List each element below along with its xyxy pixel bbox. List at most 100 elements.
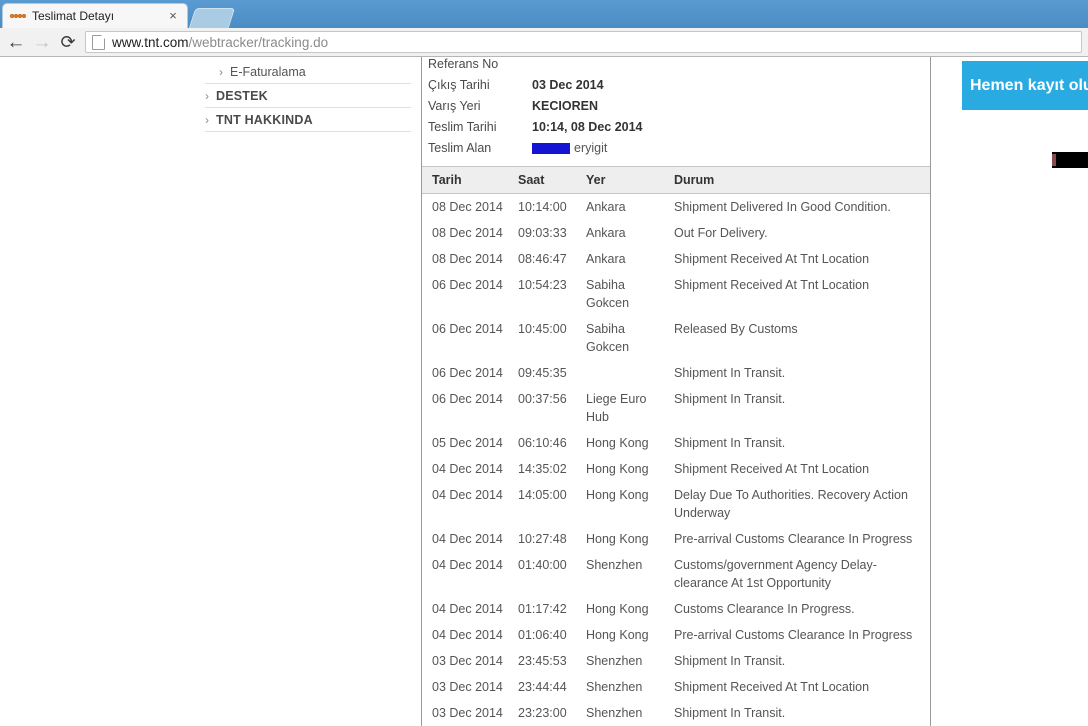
table-row: 04 Dec 2014 10:27:48 Hong Kong Pre-arrival … — [422, 526, 930, 552]
event-location: Hong Kong — [586, 628, 649, 642]
detail-value: 10:14, 08 Dec 2014 — [532, 120, 643, 134]
detail-label: Çıkış Tarihi — [428, 78, 490, 92]
column-header-tarih: Tarih — [422, 166, 518, 194]
sidebar-item-label: TNT HAKKINDA — [216, 112, 313, 127]
url-host: www.tnt.com — [112, 34, 189, 50]
event-date: 06 Dec 2014 — [432, 366, 503, 380]
event-location: Ankara — [586, 226, 626, 240]
back-icon[interactable]: ← — [3, 29, 29, 55]
sidebar-item-destek[interactable]: › DESTEK — [205, 84, 411, 108]
sidebar-item-label: DESTEK — [216, 88, 268, 103]
table-row: 05 Dec 2014 06:10:46 Hong Kong Shipment In … — [422, 430, 930, 456]
event-location: Hong Kong — [586, 488, 649, 502]
detail-row-teslim-alan: Teslim Alan eryigit — [428, 141, 930, 162]
table-header-row: Tarih Saat Yer Durum — [422, 166, 930, 194]
event-location: Ankara — [586, 252, 626, 266]
event-date: 06 Dec 2014 — [432, 322, 503, 336]
table-row: 04 Dec 2014 01:06:40 Hong Kong Pre-arrival … — [422, 622, 930, 648]
sidebar-nav: › E-Faturalama › DESTEK › TNT HAKKINDA — [205, 60, 411, 132]
close-icon[interactable]: × — [164, 7, 182, 25]
table-row: 06 Dec 2014 10:54:23 Sabiha Gokcen Shipment… — [422, 272, 930, 316]
page-viewport: › E-Faturalama › DESTEK › TNT HAKKINDA R… — [0, 57, 1088, 726]
sidebar-item-e-faturalama[interactable]: › E-Faturalama — [205, 60, 411, 84]
signup-promo-banner[interactable]: Hemen kayıt olun — [962, 61, 1088, 110]
event-status: Customs Clearance In Progress. — [674, 602, 855, 616]
event-status: Pre-arrival Customs Clearance In Progres… — [674, 628, 913, 642]
event-status: Shipment In Transit. — [674, 366, 786, 380]
table-row: 06 Dec 2014 00:37:56 Liege Euro Hub Shipmen… — [422, 386, 930, 430]
event-date: 04 Dec 2014 — [432, 628, 503, 642]
url-path: /webtracker/tracking.do — [188, 34, 329, 50]
event-status: Shipment Delivered In Good Condition. — [674, 200, 891, 214]
event-location: Sabiha Gokcen — [586, 322, 630, 354]
forward-icon[interactable]: → — [29, 29, 55, 55]
table-row: 08 Dec 2014 08:46:47 Ankara Shipment Receiv… — [422, 246, 930, 272]
event-status: Shipment Received At Tnt Location — [674, 462, 870, 476]
event-status: Shipment In Transit. — [674, 654, 786, 668]
event-date: 04 Dec 2014 — [432, 602, 503, 616]
event-date: 08 Dec 2014 — [432, 252, 503, 266]
event-time: 01:40:00 — [518, 558, 567, 572]
event-time: 14:05:00 — [518, 488, 567, 502]
table-row: 03 Dec 2014 23:44:44 Shenzhen Shipment Rece… — [422, 674, 930, 700]
detail-label: Teslim Tarihi — [428, 120, 497, 134]
event-time: 01:06:40 — [518, 628, 567, 642]
event-time: 23:44:44 — [518, 680, 567, 694]
detail-row-referans-no: Referans No — [428, 57, 930, 78]
table-row: 04 Dec 2014 01:40:00 Shenzhen Customs/gover… — [422, 552, 930, 596]
reload-icon[interactable]: ⟳ — [55, 29, 81, 55]
event-date: 06 Dec 2014 — [432, 278, 503, 292]
event-location: Shenzhen — [586, 680, 643, 694]
event-location: Ankara — [586, 200, 626, 214]
chevron-right-icon: › — [205, 88, 209, 103]
event-date: 05 Dec 2014 — [432, 436, 503, 450]
table-row: 03 Dec 2014 23:45:53 Shenzhen Shipment In T… — [422, 648, 930, 674]
browser-window: Teslimat Detayı × ← → ⟳ www.tnt.com/webt… — [0, 0, 1088, 726]
sidebar-item-label: E-Faturalama — [230, 64, 306, 79]
table-row: 04 Dec 2014 01:17:42 Hong Kong Customs Clea… — [422, 596, 930, 622]
column-header-saat: Saat — [518, 166, 586, 194]
event-location: Hong Kong — [586, 532, 649, 546]
redaction-bar — [532, 143, 570, 155]
event-status: Pre-arrival Customs Clearance In Progres… — [674, 532, 913, 546]
event-time: 08:46:47 — [518, 252, 567, 266]
detail-value: 03 Dec 2014 — [532, 78, 604, 92]
detail-row-teslim-tarihi: Teslim Tarihi 10:14, 08 Dec 2014 — [428, 120, 930, 141]
browser-tab-teslimat-detayi[interactable]: Teslimat Detayı × — [2, 3, 188, 28]
event-status: Shipment Received At Tnt Location — [674, 252, 870, 266]
event-status: Shipment Received At Tnt Location — [674, 680, 870, 694]
event-time: 14:35:02 — [518, 462, 567, 476]
event-location — [586, 360, 674, 386]
event-status: Delay Due To Authorities. Recovery Actio… — [674, 488, 908, 520]
sidebar-item-tnt-hakkinda[interactable]: › TNT HAKKINDA — [205, 108, 411, 132]
browser-toolbar: ← → ⟳ www.tnt.com/webtracker/tracking.do — [0, 28, 1088, 57]
event-location: Hong Kong — [586, 462, 649, 476]
event-date: 03 Dec 2014 — [432, 680, 503, 694]
event-status: Out For Delivery. — [674, 226, 768, 240]
event-time: 09:45:35 — [518, 366, 567, 380]
tab-strip: Teslimat Detayı × — [0, 0, 1088, 28]
event-date: 04 Dec 2014 — [432, 532, 503, 546]
page-document-icon — [92, 34, 105, 50]
event-status: Shipment Received At Tnt Location — [674, 278, 870, 292]
event-time: 10:54:23 — [518, 278, 567, 292]
detail-label: Referans No — [428, 57, 499, 71]
event-date: 03 Dec 2014 — [432, 654, 503, 668]
event-date: 03 Dec 2014 — [432, 706, 503, 720]
event-time: 10:27:48 — [518, 532, 567, 546]
table-body: 08 Dec 2014 10:14:00 Ankara Shipment Delive… — [422, 194, 930, 726]
event-time: 01:17:42 — [518, 602, 567, 616]
tracking-detail-panel: Referans No Çıkış Tarihi 03 Dec 2014 Var… — [421, 57, 931, 726]
new-tab-button[interactable] — [188, 8, 236, 28]
tnt-dots-icon — [10, 8, 26, 24]
shipment-summary: Referans No Çıkış Tarihi 03 Dec 2014 Var… — [422, 57, 930, 166]
event-date: 04 Dec 2014 — [432, 558, 503, 572]
event-location: Shenzhen — [586, 654, 643, 668]
table-header: Tarih Saat Yer Durum — [422, 166, 930, 194]
table-row: 08 Dec 2014 09:03:33 Ankara Out For Deliver… — [422, 220, 930, 246]
event-status: Customs/government Agency Delay-clearanc… — [674, 558, 877, 590]
address-bar[interactable]: www.tnt.com/webtracker/tracking.do — [85, 31, 1082, 53]
event-location: Sabiha Gokcen — [586, 278, 630, 310]
table-row: 06 Dec 2014 10:45:00 Sabiha Gokcen Released… — [422, 316, 930, 360]
table-row: 08 Dec 2014 10:14:00 Ankara Shipment Delive… — [422, 194, 930, 221]
